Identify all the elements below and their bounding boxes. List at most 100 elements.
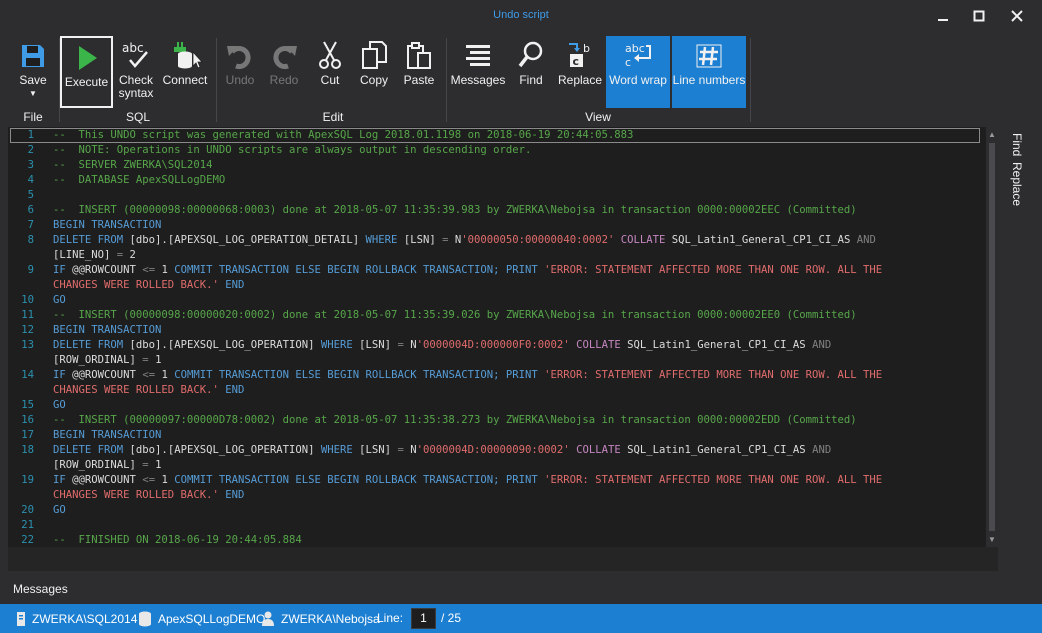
code-line[interactable]: 3 -- SERVER ZWERKA\SQL2014 [8,158,983,173]
code-text: BEGIN TRANSACTION [53,324,162,336]
cut-button[interactable]: Cut [310,36,350,108]
window-title: Undo script [493,9,549,21]
replace-button[interactable]: bc Replace [556,36,604,108]
scrollbar-thumb[interactable] [989,143,995,531]
line-number: 3 [27,159,34,171]
code-text: GO [53,294,66,306]
messages-button[interactable]: Messages [450,36,506,108]
word-wrap-toggle[interactable]: abc c Word wrap [606,36,670,108]
code-text: IF @@ROWCOUNT <= 1 COMMIT TRANSACTION EL… [53,369,883,381]
scroll-down-icon[interactable]: ▼ [988,536,996,544]
line-number: 2 [27,144,34,156]
close-button[interactable] [1002,4,1032,28]
line-number: 14 [21,369,34,381]
code-line[interactable]: 16 -- INSERT (00000097:00000D78:0002) don… [8,413,983,428]
undo-icon [220,36,260,74]
group-label-edit: Edit [322,110,344,124]
word-wrap-icon: abc c [606,36,670,74]
code-line[interactable]: 10 GO [8,293,983,308]
code-line[interactable]: 13 DELETE FROM [dbo].[APEXSQL_LOG_OPERATI… [8,338,983,353]
execute-button[interactable]: Execute [60,36,113,108]
line-number: 9 [27,264,34,276]
code-line[interactable]: [ROW_ORDINAL] = 1 [8,458,983,473]
maximize-button[interactable] [964,4,994,28]
code-line[interactable]: 5 [8,188,983,203]
redo-button[interactable]: Redo [264,36,304,108]
find-button[interactable]: Find [513,36,549,108]
code-text: GO [53,504,66,516]
code-text: DELETE FROM [dbo].[APEXSQL_LOG_OPERATION… [53,339,832,351]
maximize-icon [973,10,985,22]
line-number: 19 [21,474,34,486]
undo-button[interactable]: Undo [220,36,260,108]
server-icon [17,612,25,626]
check-syntax-button[interactable]: abc Check syntax [115,36,157,108]
code-line[interactable]: 7 BEGIN TRANSACTION [8,218,983,233]
status-bar: ZWERKA\SQL2014 ApexSQLLogDEMO ZWERKA\Neb… [0,604,1042,633]
line-numbers-toggle[interactable]: Line numbers [672,36,746,108]
line-number: 7 [27,219,34,231]
tab-replace[interactable]: Replace [1010,162,1024,206]
code-line[interactable]: CHANGES WERE ROLLED BACK.' END [8,488,983,503]
group-label-view: View [585,110,611,124]
code-text: IF @@ROWCOUNT <= 1 COMMIT TRANSACTION EL… [53,264,883,276]
connect-button[interactable]: Connect [160,36,210,108]
code-line[interactable]: 18 DELETE FROM [dbo].[APEXSQL_LOG_OPERATI… [8,443,983,458]
line-number: 18 [21,444,34,456]
code-line[interactable]: 2 -- NOTE: Operations in UNDO scripts are… [8,143,983,158]
copy-button[interactable]: Copy [354,36,394,108]
line-total: / 25 [441,611,462,625]
code-line[interactable]: [ROW_ORDINAL] = 1 [8,353,983,368]
database-icon [139,611,151,627]
chevron-down-icon: ▼ [29,89,37,98]
code-line[interactable]: 14 IF @@ROWCOUNT <= 1 COMMIT TRANSACTION … [8,368,983,383]
scroll-up-icon[interactable]: ▲ [988,131,996,139]
line-number-input[interactable]: 1 [411,608,436,629]
line-number: 22 [21,534,34,546]
svg-text:b: b [583,42,590,55]
line-number: 16 [21,414,34,426]
code-line[interactable]: 22 -- FINISHED ON 2018-06-19 20:44:05.884 [8,533,983,547]
code-line[interactable]: 15 GO [8,398,983,413]
code-line[interactable]: 17 BEGIN TRANSACTION [8,428,983,443]
minimize-button[interactable] [928,4,958,28]
divider [750,38,751,122]
code-text: CHANGES WERE ROLLED BACK.' END [53,384,245,396]
code-text: -- DATABASE ApexSQLLogDEMO [53,174,226,186]
tab-messages[interactable]: Messages [13,582,68,596]
save-icon [10,36,56,74]
play-icon [62,38,111,76]
copy-icon [354,36,394,74]
code-line[interactable]: 19 IF @@ROWCOUNT <= 1 COMMIT TRANSACTION … [8,473,983,488]
code-line[interactable]: 6 -- INSERT (00000098:00000068:0003) done… [8,203,983,218]
user-status: ZWERKA\Nebojsa [261,611,380,627]
code-text: CHANGES WERE ROLLED BACK.' END [53,489,245,501]
paste-icon [398,36,440,74]
code-line[interactable]: 8 DELETE FROM [dbo].[APEXSQL_LOG_OPERATIO… [8,233,983,248]
line-number: 11 [21,309,34,321]
paste-button[interactable]: Paste [398,36,440,108]
vertical-scrollbar[interactable]: ▲ ▼ [986,127,998,547]
code-line[interactable]: 4 -- DATABASE ApexSQLLogDEMO [8,173,983,188]
save-button[interactable]: Save ▼ [10,36,56,108]
tab-find[interactable]: Find [1010,133,1024,156]
connect-icon [160,36,210,74]
code-editor[interactable]: ▲ ▼ 1 -- This UNDO script was generated w… [8,127,998,547]
hash-icon [672,36,746,74]
code-line[interactable]: CHANGES WERE ROLLED BACK.' END [8,278,983,293]
svg-text:abc: abc [625,42,645,55]
code-line[interactable]: [LINE_NO] = 2 [8,248,983,263]
server-status: ZWERKA\SQL2014 [16,611,137,627]
code-text: [ROW_ORDINAL] = 1 [53,459,162,471]
code-line[interactable]: 20 GO [8,503,983,518]
code-line[interactable]: 21 [8,518,983,533]
code-text: -- INSERT (00000098:00000020:0002) done … [53,309,857,321]
code-line[interactable]: CHANGES WERE ROLLED BACK.' END [8,383,983,398]
line-label: Line: [377,611,404,625]
code-line[interactable]: 9 IF @@ROWCOUNT <= 1 COMMIT TRANSACTION E… [8,263,983,278]
line-number: 15 [21,399,34,411]
code-line[interactable]: 1 -- This UNDO script was generated with … [8,128,983,143]
code-line[interactable]: 12 BEGIN TRANSACTION [8,323,983,338]
code-line[interactable]: 11 -- INSERT (00000098:00000020:0002) don… [8,308,983,323]
group-label-sql: SQL [125,110,150,124]
